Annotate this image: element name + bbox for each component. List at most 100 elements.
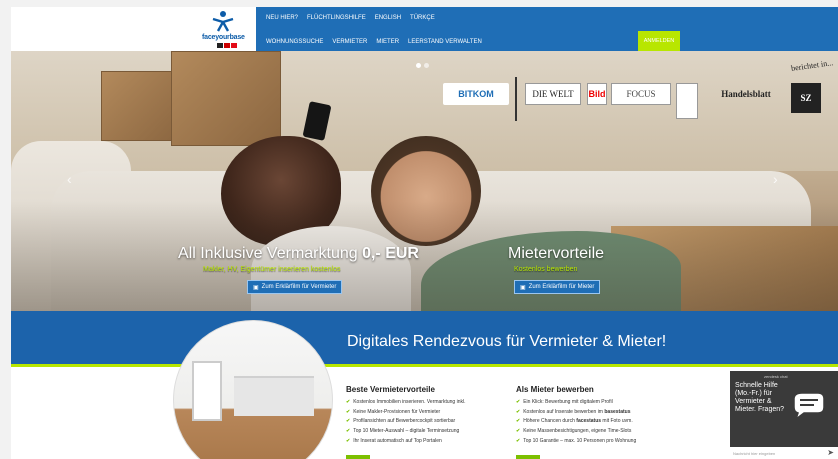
nav-item-neu-hier[interactable]: NEU HIER? (266, 15, 298, 21)
nav-bottom-row: WOHNUNGSSUCHE VERMIETER MIETER LEERSTAND… (266, 39, 482, 45)
kitchen-image (234, 376, 314, 416)
logo[interactable]: faceyourbase (11, 7, 256, 51)
landlord-benefits: Beste Vermietervorteile ✔ Kostenlos Immob… (346, 385, 521, 447)
list-item: ✔ Ihr Inserat automatisch auf Top Portale… (346, 437, 521, 447)
moving-box (171, 51, 281, 146)
check-icon: ✔ (516, 428, 521, 435)
list-item-suffix: mit Foto uvm. (601, 418, 633, 425)
tenant-video-button[interactable]: ▣ Zum Erklärfilm für Mieter (514, 280, 601, 294)
logo-person-icon (212, 11, 234, 32)
tenant-benefits-title: Als Mieter bewerben (516, 385, 594, 394)
nav-item-tuerkce[interactable]: TÜRKÇE (410, 15, 435, 21)
flag-tr-icon[interactable] (231, 43, 237, 48)
slider-dots (416, 63, 429, 68)
hero-right-subtitle: Kostenlos bewerben (514, 266, 578, 273)
list-item-text: Profilansichten auf Bewerbercockpit sort… (353, 418, 456, 425)
nav-item-fluechtlingshilfe[interactable]: FLÜCHTLINGSHILFE (307, 15, 366, 21)
list-item: ✔ Keine Massenbesichtigungen, eigene Time… (516, 427, 691, 437)
bitkom-logo: BITKOM (443, 83, 509, 105)
hero-left-title: All Inklusive Vermarktung 0,- EUR (178, 245, 419, 263)
film-icon: ▣ (253, 284, 259, 291)
list-item-text: Top 10 Mieter-Auswahl – digitale Termins… (353, 428, 460, 435)
nav-item-english[interactable]: ENGLISH (375, 15, 401, 21)
hero-right-title: Mietervorteile (508, 245, 605, 262)
list-item-bold: basestatus (604, 408, 631, 415)
list-item-text: Keine Massenbesichtigungen, eigene Time-… (523, 428, 632, 435)
welt-logo: DIE WELT (525, 83, 581, 105)
list-item: ✔ Kostenlos auf Inserate bewerben im base… (516, 408, 691, 418)
list-item: ✔ Top 10 Mieter-Auswahl – digitale Termin… (346, 427, 521, 437)
window-image (192, 361, 222, 421)
list-item-text: Kostenlos auf Inserate bewerben im (523, 408, 605, 415)
check-icon: ✔ (346, 428, 351, 435)
landlord-video-label: Zum Erklärfilm für Vermieter (261, 284, 337, 290)
list-item-text: Top 10 Garantie – max. 10 Personen pro W… (523, 437, 637, 444)
tenant-benefits-list: ✔ Ein Klick: Bewerbung mit digitalem Prof… (516, 398, 691, 447)
chat-prompt: Schnelle Hilfe (Mo.-Fr.) für Vermieter &… (735, 382, 785, 413)
list-item-text: Ein Klick: Bewerbung mit digitalem Profi… (523, 399, 613, 405)
check-icon: ✔ (516, 437, 521, 444)
language-flags[interactable] (217, 43, 237, 48)
moving-box (101, 71, 181, 141)
slider-next-icon[interactable]: › (773, 171, 778, 187)
press-divider (515, 77, 517, 121)
nav-item-leerstand[interactable]: LEERSTAND VERWALTEN (408, 39, 482, 45)
slider-dot[interactable] (424, 63, 429, 68)
tenant-more-button[interactable] (516, 455, 540, 459)
landlord-benefits-title: Beste Vermietervorteile (346, 385, 435, 394)
tagesspiegel-icon (676, 83, 698, 119)
hero-overlay (11, 201, 838, 311)
tenant-benefits: Als Mieter bewerben ✔ Ein Klick: Bewerbun… (516, 385, 691, 447)
sz-logo: SZ (791, 83, 821, 113)
check-icon: ✔ (346, 418, 351, 425)
check-icon: ✔ (346, 408, 351, 415)
bild-logo: Bild (587, 83, 607, 105)
hero-left-title-text: All Inklusive Vermarktung (178, 245, 363, 262)
list-item: ✔ Profilansichten auf Bewerbercockpit sor… (346, 417, 521, 427)
hero-left-title-price: 0,- EUR (362, 245, 419, 262)
check-icon: ✔ (516, 408, 521, 415)
send-icon[interactable]: ➤ (827, 448, 834, 457)
hero-slider: ‹ › berichtet in... BITKOM DIE WELT Bild… (11, 51, 838, 311)
chat-input[interactable]: Nachricht hier eingeben (730, 447, 838, 459)
chat-bubble-icon (793, 392, 825, 421)
tenant-video-label: Zum Erklärfilm für Mieter (528, 284, 595, 290)
list-item: ✔ Top 10 Garantie – max. 10 Personen pro … (516, 437, 691, 447)
nav-top-row: NEU HIER? FLÜCHTLINGSHILFE ENGLISH TÜRKÇ… (266, 15, 435, 21)
slider-dot[interactable] (416, 63, 421, 68)
banner: Digitales Rendezvous für Vermieter & Mie… (11, 311, 838, 367)
list-item-text: Höhere Chancen durch (523, 418, 577, 425)
main-nav: NEU HIER? FLÜCHTLINGSHILFE ENGLISH TÜRKÇ… (256, 7, 838, 51)
list-item: ✔ Kostenlos Immobilien inserieren. Vermar… (346, 398, 521, 408)
list-item-text: Kostenlos Immobilien inserieren. Vermark… (353, 399, 466, 405)
nav-item-wohnungssuche[interactable]: WOHNUNGSSUCHE (266, 39, 323, 45)
film-icon: ▣ (520, 284, 526, 291)
check-icon: ✔ (516, 399, 521, 405)
list-item-text: Ihr Inserat automatisch auf Top Portalen (353, 437, 442, 444)
focus-logo: FOCUS (611, 83, 671, 105)
handelsblatt-logo: Handelsblatt (721, 89, 771, 99)
flag-uk-icon[interactable] (224, 43, 230, 48)
landlord-more-button[interactable] (346, 455, 370, 459)
press-logos: berichtet in... BITKOM DIE WELT Bild FOC… (443, 58, 834, 129)
list-item-text: Keine Makler-Provisionen für Vermieter (353, 408, 441, 415)
banner-title: Digitales Rendezvous für Vermieter & Mie… (347, 333, 667, 350)
list-item-bold: facestatus (576, 418, 602, 425)
chat-provider-label: zendesk chat (764, 374, 788, 379)
list-item: ✔ Höhere Chancen durch facestatus mit Fot… (516, 417, 691, 427)
list-item: ✔ Ein Klick: Bewerbung mit digitalem Prof… (516, 398, 691, 408)
landlord-video-button[interactable]: ▣ Zum Erklärfilm für Vermieter (247, 280, 343, 294)
check-icon: ✔ (516, 418, 521, 425)
nav-item-vermieter[interactable]: VERMIETER (332, 39, 367, 45)
logo-text: faceyourbase (202, 34, 245, 41)
flag-de-icon[interactable] (217, 43, 223, 48)
hero-left-subtitle: Makler, HV, Eigentümer inserieren kosten… (203, 266, 341, 273)
nav-item-mieter[interactable]: MIETER (376, 39, 399, 45)
slider-prev-icon[interactable]: ‹ (67, 171, 72, 187)
check-icon: ✔ (346, 399, 351, 405)
login-button[interactable]: ANMELDEN (638, 31, 680, 51)
check-icon: ✔ (346, 437, 351, 444)
help-chat-widget[interactable]: zendesk chat Schnelle Hilfe (Mo.-Fr.) fü… (730, 371, 838, 459)
landlord-benefits-list: ✔ Kostenlos Immobilien inserieren. Vermar… (346, 398, 521, 447)
page: faceyourbase NEU HIER? FLÜCHTLINGSHILFE … (11, 7, 838, 459)
